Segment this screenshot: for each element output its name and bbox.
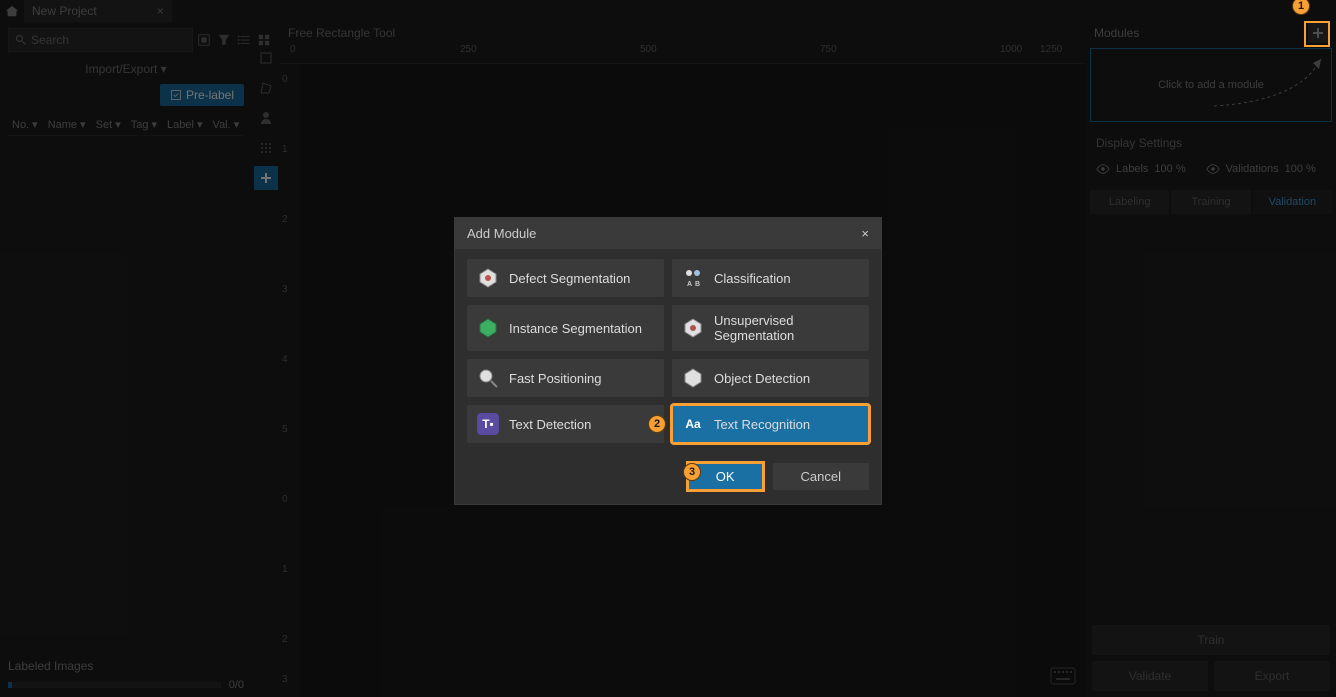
hexagon-green-icon bbox=[477, 317, 499, 339]
annotation-3: 3 bbox=[683, 463, 701, 481]
module-unsupervised-segmentation[interactable]: Unsupervised Segmentation bbox=[672, 305, 869, 351]
dialog-close-icon[interactable]: × bbox=[861, 226, 869, 241]
classification-icon: AB bbox=[682, 267, 704, 289]
annotation-2: 2 bbox=[648, 415, 666, 433]
hexagon-icon bbox=[477, 267, 499, 289]
module-instance-segmentation[interactable]: Instance Segmentation bbox=[467, 305, 664, 351]
module-defect-segmentation[interactable]: Defect Segmentation bbox=[467, 259, 664, 297]
text-recognition-icon: Aa bbox=[682, 413, 704, 435]
add-module-dialog: Add Module × Defect Segmentation AB Clas… bbox=[454, 217, 882, 505]
magnifier-icon bbox=[477, 367, 499, 389]
dialog-title: Add Module bbox=[467, 226, 536, 241]
module-text-recognition[interactable]: 2 Aa Text Recognition bbox=[672, 405, 869, 443]
svg-text:B: B bbox=[695, 281, 700, 288]
module-text-detection[interactable]: T▪ Text Detection bbox=[467, 405, 664, 443]
cancel-button[interactable]: Cancel bbox=[773, 463, 869, 490]
text-detection-icon: T▪ bbox=[477, 413, 499, 435]
module-object-detection[interactable]: Object Detection bbox=[672, 359, 869, 397]
hexagon-icon bbox=[682, 317, 704, 339]
module-fast-positioning[interactable]: Fast Positioning bbox=[467, 359, 664, 397]
svg-text:A: A bbox=[687, 281, 692, 288]
module-classification[interactable]: AB Classification bbox=[672, 259, 869, 297]
hexagon-icon bbox=[682, 367, 704, 389]
